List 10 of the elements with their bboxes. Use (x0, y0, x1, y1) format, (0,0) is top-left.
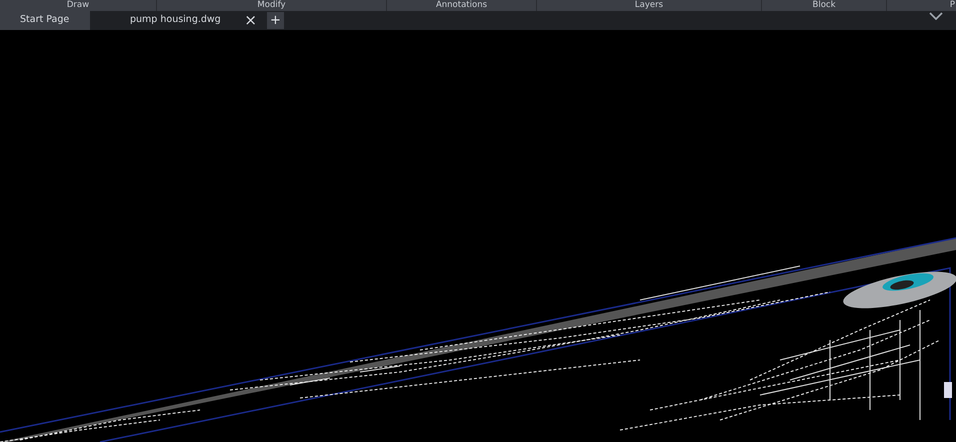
chevron-down-icon[interactable] (929, 12, 943, 20)
panel-label: Modify (257, 0, 286, 10)
panel-label: Layers (634, 0, 664, 10)
panel-label: P (950, 0, 955, 10)
new-tab-button[interactable]: + (267, 12, 284, 29)
panel-label: Annotations (436, 0, 488, 10)
close-tab-button[interactable]: × (242, 13, 259, 28)
panel-label: Block (812, 0, 836, 10)
file-tab[interactable]: Start Page (0, 11, 90, 30)
panel-label: Draw (66, 0, 90, 10)
